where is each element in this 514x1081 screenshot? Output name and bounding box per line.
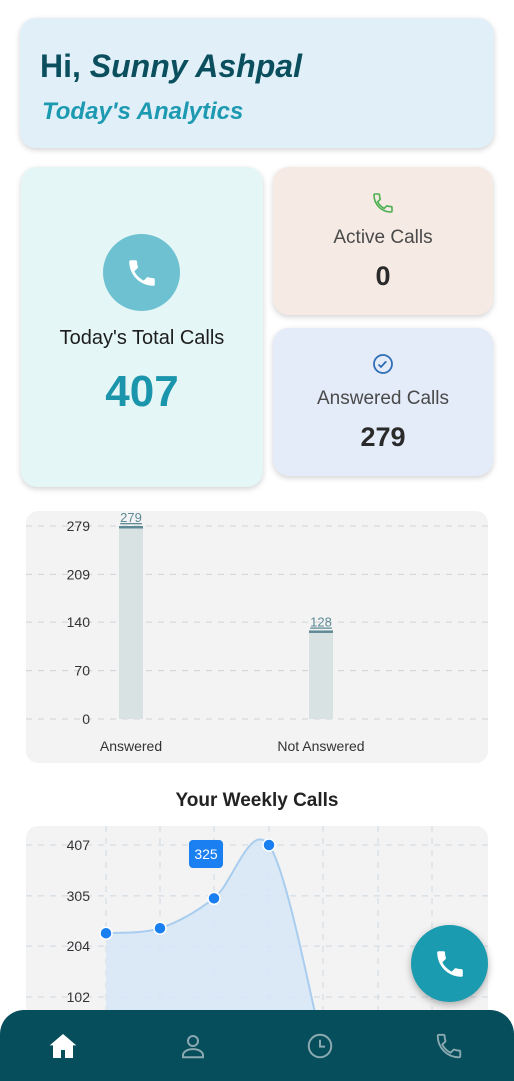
nav-profile[interactable] <box>177 1030 209 1062</box>
bar-y-tick-label: 140 <box>67 614 91 630</box>
nav-home[interactable] <box>47 1030 79 1062</box>
answered-calls-card[interactable]: Answered Calls 279 <box>273 328 493 476</box>
bar-y-tick-label: 279 <box>67 518 91 534</box>
line-point <box>99 926 113 940</box>
total-calls-card[interactable]: Today's Total Calls 407 <box>21 167 263 487</box>
line-point <box>153 921 167 935</box>
phone-outline-icon <box>371 191 395 215</box>
bar-1 <box>309 630 333 719</box>
greeting-card: Hi, Sunny Ashpal Today's Analytics <box>20 18 494 148</box>
call-fab-button[interactable] <box>411 925 488 1002</box>
calls-icon <box>436 1033 462 1059</box>
bar-y-tick-label: 0 <box>82 711 90 727</box>
tooltip-label: 325 <box>194 846 218 862</box>
weekly-calls-title: Your Weekly Calls <box>175 790 339 811</box>
nav-calls[interactable] <box>433 1030 465 1062</box>
calls-bar-chart: 279 209 140 70 0 279 Answered 128 Not Answered <box>26 511 488 763</box>
profile-icon <box>182 1035 204 1059</box>
greeting-subtitle: Today's Analytics <box>42 98 244 125</box>
active-calls-label: Active Calls <box>333 227 433 248</box>
greeting-prefix: Hi, <box>40 48 81 84</box>
bar-cap-1 <box>309 630 333 633</box>
nav-history[interactable] <box>304 1030 336 1062</box>
line-y-tick-label: 407 <box>67 837 91 853</box>
bottom-nav <box>0 1010 514 1081</box>
bar-value-label: 279 <box>120 511 142 525</box>
bar-cap-0 <box>119 526 143 529</box>
bar-y-tick-label: 209 <box>67 566 91 582</box>
total-calls-label: Today's Total Calls <box>59 327 225 349</box>
line-y-tick-label: 305 <box>67 888 91 904</box>
bar-value-label: 128 <box>310 614 332 629</box>
bar-category-label: Answered <box>100 738 162 754</box>
line-point <box>262 838 276 852</box>
active-calls-card[interactable]: Active Calls 0 <box>273 167 493 315</box>
answered-calls-value: 279 <box>360 422 406 452</box>
bar-y-tick-label: 70 <box>74 663 90 679</box>
history-icon <box>307 1033 333 1059</box>
phone-icon <box>436 950 463 977</box>
line-y-tick-label: 102 <box>67 989 91 1005</box>
line-y-tick-label: 204 <box>67 938 91 954</box>
bar-category-label: Not Answered <box>277 738 364 754</box>
bar-chart-svg: 279 209 140 70 0 279 Answered 128 Not Answered <box>26 511 488 754</box>
check-circle-icon <box>371 352 395 376</box>
phone-icon <box>103 234 180 311</box>
active-calls-value: 0 <box>375 261 391 291</box>
total-calls-value: 407 <box>105 367 179 416</box>
user-name: Sunny Ashpal <box>89 48 302 84</box>
greeting-title: Hi, Sunny Ashpal <box>40 48 302 85</box>
home-icon <box>49 1034 77 1058</box>
bar-0 <box>119 526 143 719</box>
line-point <box>207 891 221 906</box>
answered-calls-label: Answered Calls <box>317 388 449 409</box>
